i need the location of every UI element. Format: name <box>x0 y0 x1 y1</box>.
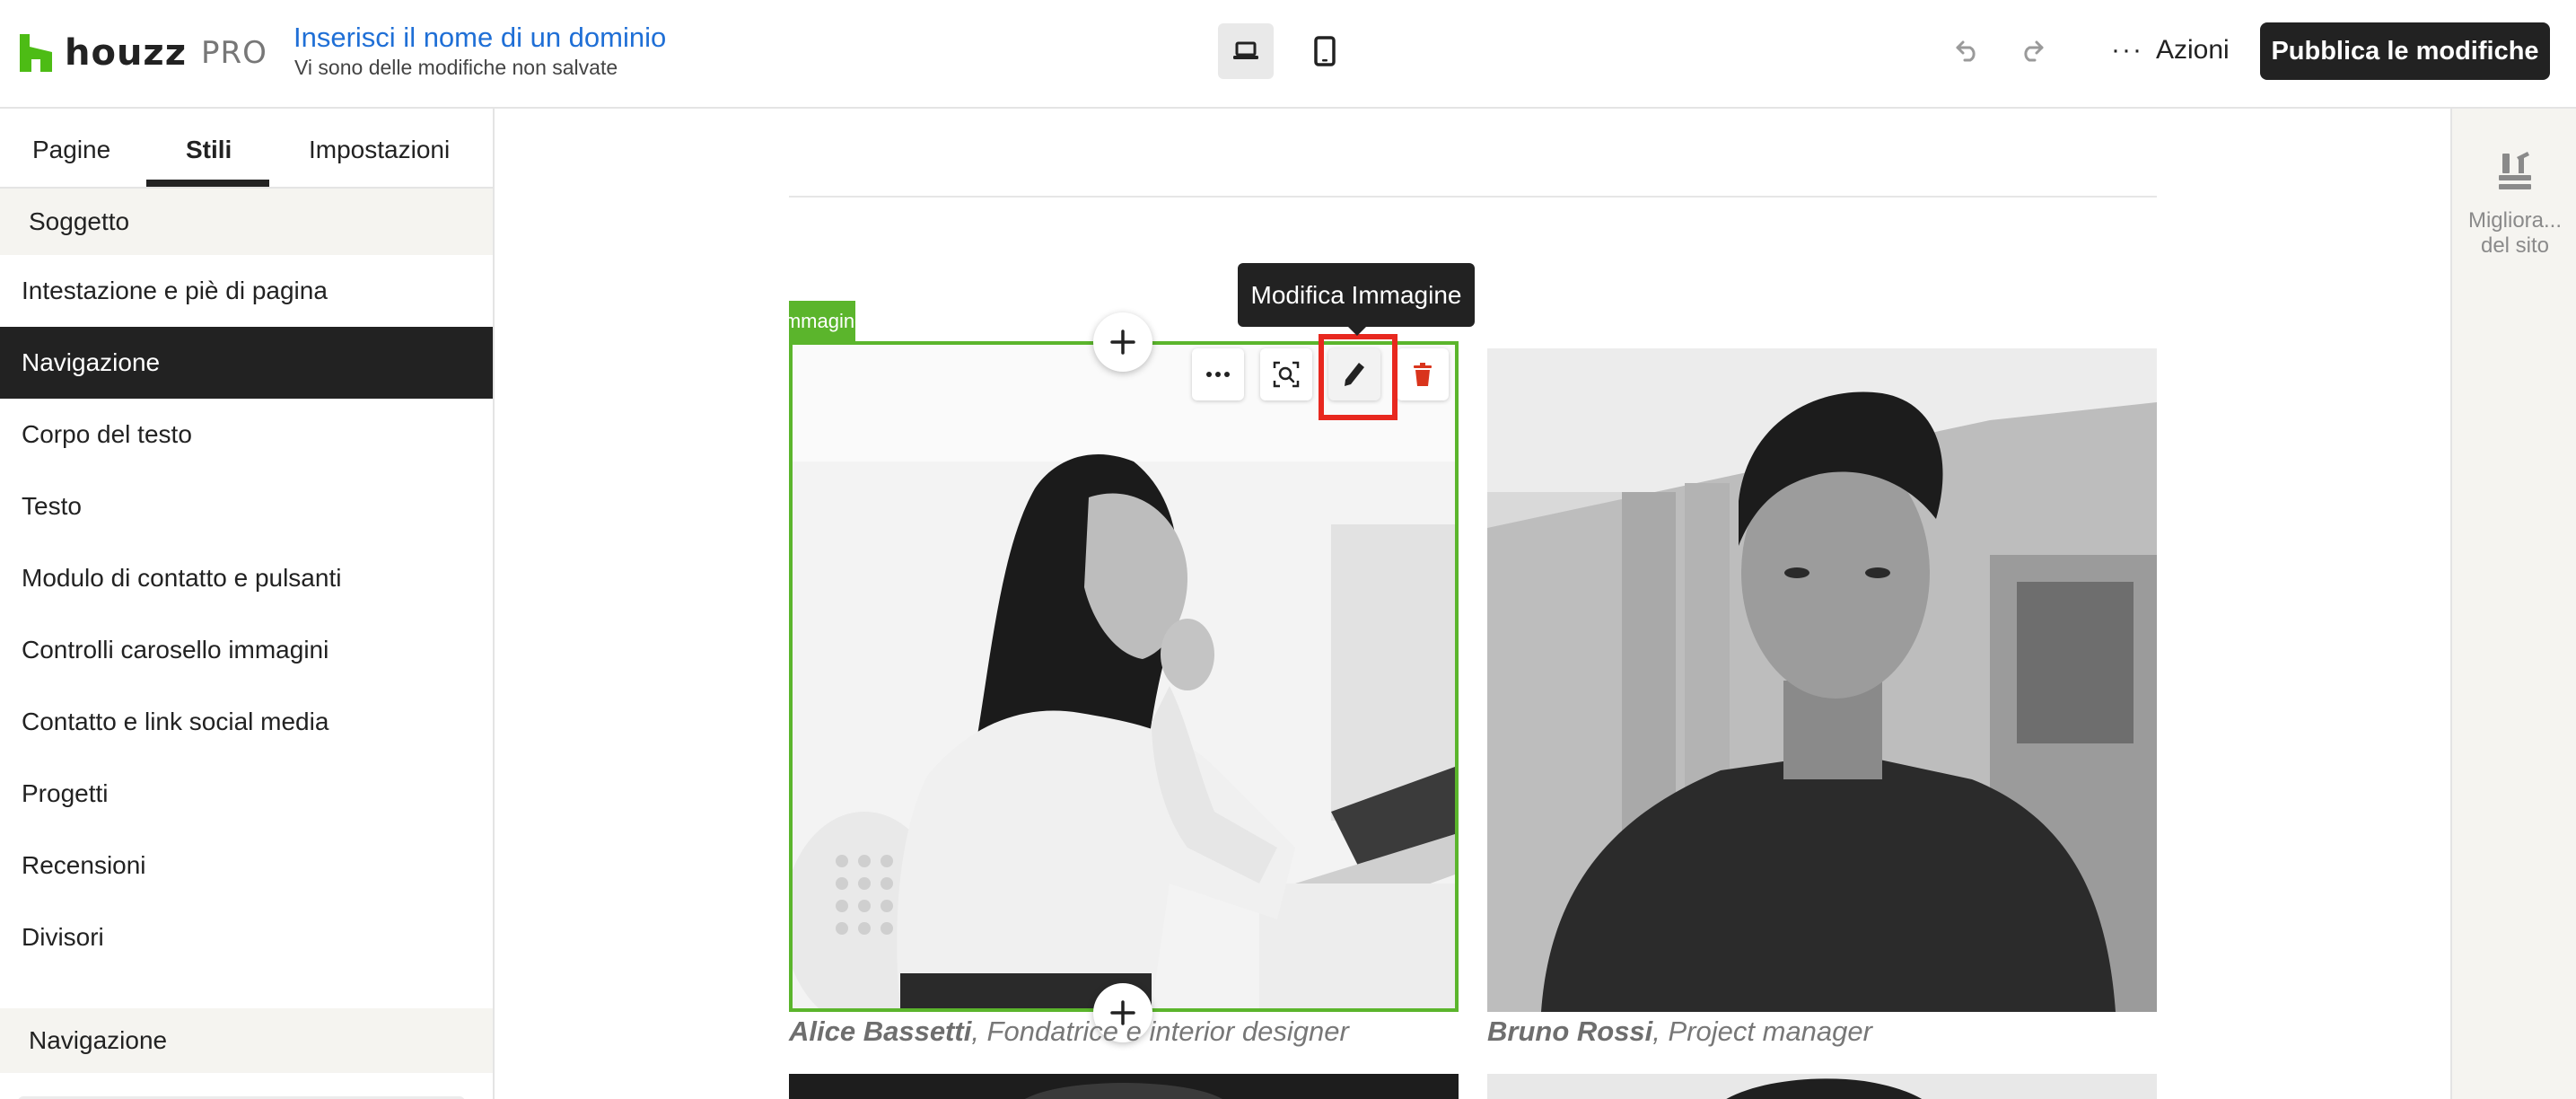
sidebar-item-carosello[interactable]: Controlli carosello immagini <box>0 614 493 686</box>
actions-menu-button[interactable]: ··· Azioni <box>2111 31 2230 70</box>
logo-pro-text: PRO <box>201 35 267 71</box>
caption-name: Alice Bassetti <box>789 1015 972 1047</box>
zoom-icon <box>1273 361 1300 388</box>
sidebar-tabs: Pagine Stili Impostazioni <box>0 109 493 189</box>
houzz-pro-logo[interactable]: houzz PRO <box>20 32 267 74</box>
image-more-options-button[interactable] <box>1192 348 1244 400</box>
sidebar-item-social[interactable]: Contatto e link social media <box>0 686 493 758</box>
image-block-label: Immagine <box>779 301 865 341</box>
sidebar-item-divisori[interactable]: Divisori <box>0 901 493 973</box>
logo-text: houzz <box>65 32 187 74</box>
tab-stili[interactable]: Stili <box>186 136 232 164</box>
caption-role: , Project manager <box>1652 1015 1872 1047</box>
caption-alice[interactable]: Alice Bassetti, Fondatrice e interior de… <box>789 1015 1349 1048</box>
selected-image-alice[interactable] <box>789 341 1459 1012</box>
sidebar-item-modulo-contatto[interactable]: Modulo di contatto e pulsanti <box>0 542 493 614</box>
delete-image-button[interactable] <box>1397 348 1449 400</box>
site-improve-label-line1: Migliora... <box>2467 208 2563 233</box>
undo-button[interactable] <box>1950 32 1985 68</box>
unsaved-changes-status: Vi sono delle modifiche non salvate <box>294 56 618 79</box>
team-photo-bruno[interactable] <box>1487 348 2157 1012</box>
plus-icon <box>1110 330 1135 355</box>
photo-woman-laptop <box>793 345 1455 1008</box>
publish-changes-button[interactable]: Pubblica le modifiche <box>2260 22 2550 80</box>
tools-icon <box>2499 152 2531 189</box>
right-rail: Migliora... del sito <box>2450 109 2576 1099</box>
undo-icon <box>1956 40 1976 62</box>
laptop-icon <box>1233 41 1258 59</box>
trash-icon <box>1414 363 1432 386</box>
site-improve-label[interactable]: Migliora... del sito <box>2452 208 2576 259</box>
sidebar-item-testo[interactable]: Testo <box>0 470 493 542</box>
tablet-icon <box>1314 36 1336 66</box>
sidebar-item-recensioni[interactable]: Recensioni <box>0 830 493 901</box>
team-photo-3[interactable] <box>789 1074 1459 1099</box>
section-divider <box>789 196 2157 198</box>
site-domain-title[interactable]: Inserisci il nome di un dominio <box>294 22 666 54</box>
edit-image-tooltip: Modifica Immagine <box>1238 263 1475 327</box>
styles-sidebar: Pagine Stili Impostazioni Soggetto Intes… <box>0 109 495 1099</box>
site-improve-label-line2: del sito <box>2480 233 2550 258</box>
team-photo-4[interactable] <box>1487 1074 2157 1099</box>
active-tab-indicator <box>146 180 269 187</box>
photo-man-portrait <box>1487 348 2157 1012</box>
caption-role: , Fondatrice e interior designer <box>971 1015 1349 1047</box>
actions-label: Azioni <box>2155 35 2230 65</box>
caption-name: Bruno Rossi <box>1487 1015 1653 1047</box>
section-heading-navigazione: Navigazione <box>0 1008 493 1073</box>
editor-canvas: Immagine Modifica Immagine Alice Bassett… <box>495 109 2450 1099</box>
add-block-above-button[interactable] <box>1093 312 1152 372</box>
tablet-view-button[interactable] <box>1297 23 1353 79</box>
sidebar-item-navigazione[interactable]: Navigazione <box>0 327 493 399</box>
sidebar-item-corpo-testo[interactable]: Corpo del testo <box>0 399 493 470</box>
redo-icon <box>2024 40 2044 62</box>
top-bar: houzz PRO Inserisci il nome di un domini… <box>0 0 2576 109</box>
photo-dark-partial <box>789 1074 1459 1099</box>
desktop-view-button[interactable] <box>1218 23 1274 79</box>
houzz-logo-icon <box>20 34 52 72</box>
sidebar-item-progetti[interactable]: Progetti <box>0 758 493 830</box>
image-focus-button[interactable] <box>1260 348 1312 400</box>
tab-impostazioni[interactable]: Impostazioni <box>309 136 450 164</box>
section-heading-soggetto: Soggetto <box>0 189 493 255</box>
more-icon <box>1206 372 1230 377</box>
edit-button-highlight <box>1319 334 1398 420</box>
redo-button[interactable] <box>2014 32 2050 68</box>
caption-bruno[interactable]: Bruno Rossi, Project manager <box>1487 1015 1872 1048</box>
tab-pagine[interactable]: Pagine <box>32 136 110 164</box>
site-improve-button[interactable] <box>2495 148 2535 193</box>
sidebar-item-intestazione[interactable]: Intestazione e piè di pagina <box>0 255 493 327</box>
photo-light-partial <box>1487 1074 2157 1099</box>
tooltip-arrow <box>1347 326 1367 336</box>
more-horizontal-icon: ··· <box>2111 35 2143 65</box>
